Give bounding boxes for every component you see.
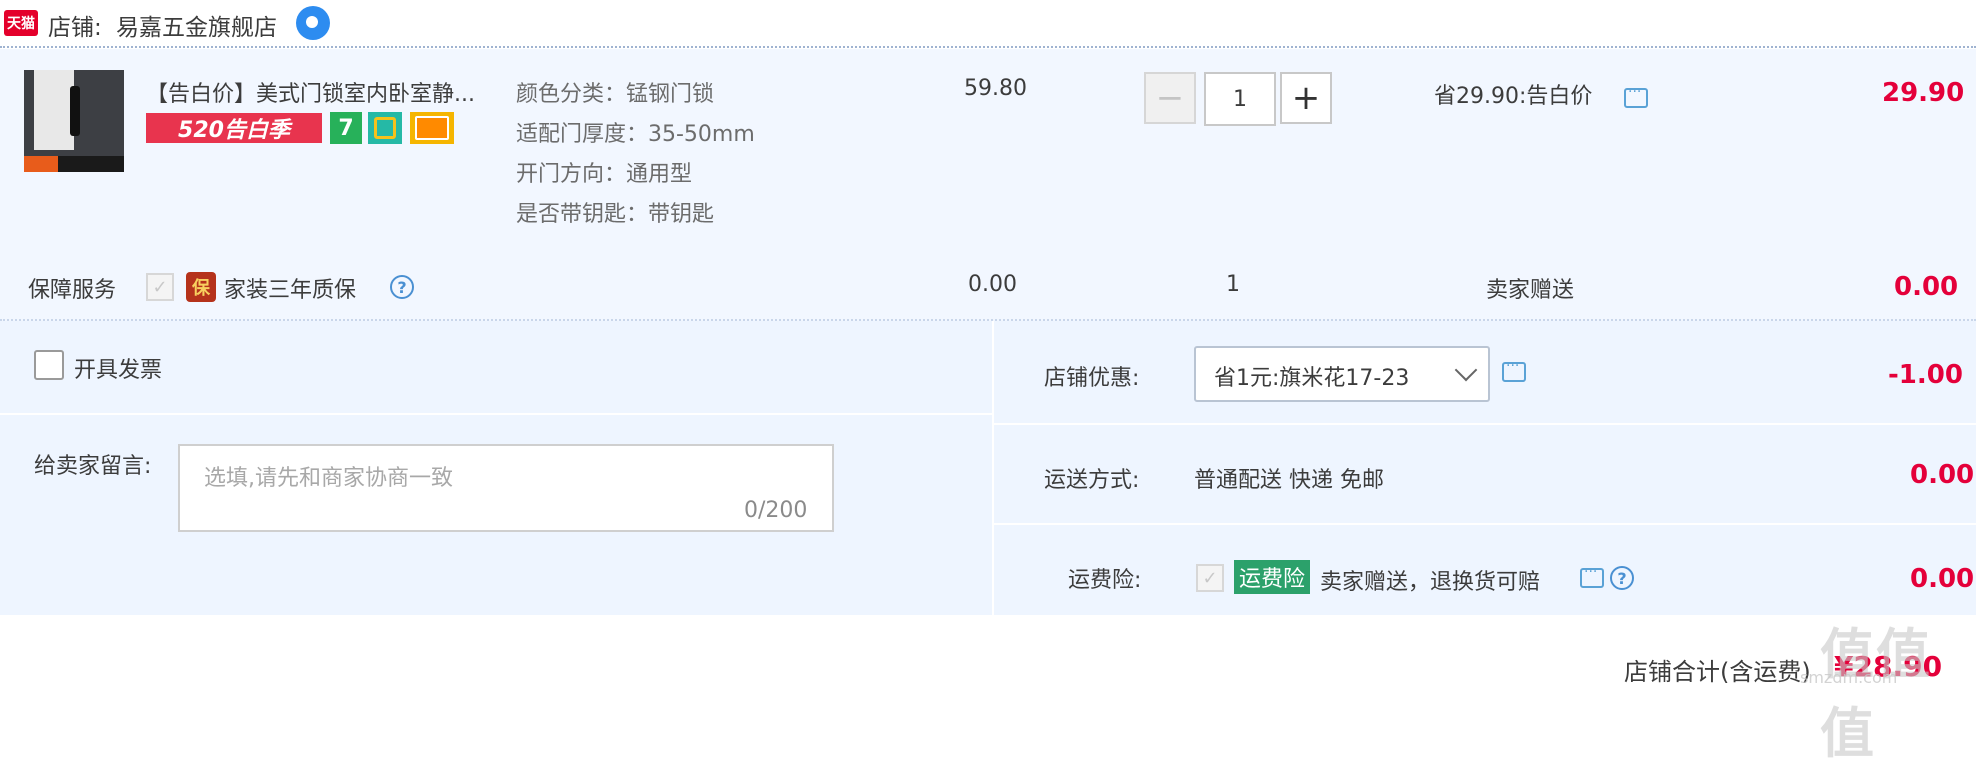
- message-icon[interactable]: [1624, 84, 1648, 108]
- unit-price: 59.80: [964, 76, 1027, 101]
- seven-day-return-icon: 7: [330, 112, 362, 144]
- watermark-logo: 值值值: [1820, 623, 1932, 765]
- help-icon[interactable]: ?: [1610, 566, 1634, 590]
- shop-total-label: 店铺合计(含运费): [1624, 658, 1811, 686]
- shop-label: 店铺:: [48, 15, 102, 41]
- message-placeholder: 选填,请先和商家协商一致: [204, 466, 453, 491]
- insurance-amount: 0.00: [1910, 564, 1975, 594]
- row-divider: [994, 523, 1976, 525]
- tmall-logo-icon: 天猫: [4, 10, 38, 36]
- product-thumbnail[interactable]: [24, 70, 124, 172]
- message-label: 给卖家留言:: [34, 454, 152, 479]
- discount-note: 省29.90:告白价: [1434, 84, 1593, 109]
- spec-with-key: 是否带钥匙：带钥匙: [516, 202, 715, 227]
- message-icon[interactable]: [1580, 564, 1604, 588]
- credit-card-icon: [410, 112, 454, 144]
- warranty-shield-icon: 保: [186, 272, 216, 302]
- insurance-description: 卖家赠送，退换货可赔: [1320, 570, 1541, 595]
- promo-520-tag: 520告白季: [146, 113, 322, 143]
- section-divider: [992, 321, 994, 615]
- insurance-label: 运费险:: [1068, 568, 1142, 593]
- shipping-label: 运送方式:: [1044, 468, 1140, 493]
- row-divider: [994, 423, 1976, 425]
- shop-name-link[interactable]: 易嘉五金旗舰店: [116, 8, 277, 42]
- service-checkbox: ✓: [146, 273, 174, 301]
- coupon-amount: -1.00: [1888, 360, 1963, 390]
- spec-color: 颜色分类：锰钢门锁: [516, 82, 715, 107]
- service-quantity: 1: [1226, 272, 1240, 297]
- message-char-counter: 0/200: [744, 498, 808, 523]
- insurance-checkbox: ✓: [1196, 564, 1224, 592]
- message-icon[interactable]: [1502, 358, 1526, 382]
- coupon-label: 店铺优惠:: [1044, 366, 1140, 391]
- watermark-site: smzdm.com: [1800, 668, 1898, 687]
- help-icon[interactable]: ?: [390, 275, 414, 299]
- shipping-method: 普通配送 快递 免邮: [1194, 468, 1384, 493]
- insurance-badge: 运费险: [1234, 560, 1310, 594]
- service-price: 0.00: [968, 272, 1017, 297]
- chevron-down-icon: [1454, 358, 1478, 382]
- service-label: 保障服务: [28, 278, 117, 303]
- shopping-bag-icon: [368, 112, 402, 144]
- wangwang-chat-icon[interactable]: [296, 6, 330, 40]
- spec-open-direction: 开门方向：通用型: [516, 162, 693, 187]
- spec-door-thickness: 适配门厚度：35-50mm: [516, 122, 755, 147]
- invoice-checkbox[interactable]: [34, 350, 64, 380]
- service-note: 卖家赠送: [1486, 278, 1575, 303]
- service-subtotal: 0.00: [1894, 272, 1959, 302]
- quantity-increase-button[interactable]: +: [1280, 72, 1332, 124]
- coupon-selected-value: 省1元:旗米花17-23: [1214, 366, 1410, 391]
- invoice-label[interactable]: 开具发票: [74, 352, 162, 384]
- service-name: 家装三年质保: [224, 278, 357, 303]
- quantity-decrease-button[interactable]: −: [1144, 72, 1196, 124]
- product-title-link[interactable]: 【告白价】美式门锁室内卧室静...: [146, 76, 475, 108]
- shipping-amount: 0.00: [1910, 460, 1975, 490]
- item-subtotal: 29.90: [1882, 78, 1965, 108]
- coupon-select[interactable]: 省1元:旗米花17-23: [1194, 346, 1490, 402]
- quantity-input[interactable]: [1204, 72, 1276, 126]
